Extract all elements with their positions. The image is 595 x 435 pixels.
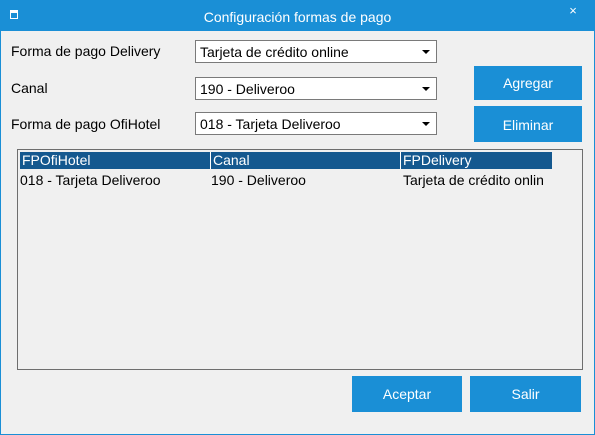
ofihotel-payment-value: 018 - Tarjeta Deliveroo	[200, 116, 341, 132]
aceptar-button[interactable]: Aceptar	[352, 376, 462, 412]
canal-select[interactable]: 190 - Deliveroo	[195, 77, 437, 100]
ofihotel-payment-select[interactable]: 018 - Tarjeta Deliveroo	[195, 112, 437, 135]
cell-fpofihotel: 018 - Tarjeta Deliveroo	[20, 172, 161, 188]
chevron-down-icon	[422, 50, 430, 54]
table-row[interactable]: 018 - Tarjeta Deliveroo 190 - Deliveroo …	[20, 171, 580, 189]
window-title: Configuración formas de pago	[203, 9, 392, 25]
column-header-fpdelivery[interactable]: FPDelivery	[400, 152, 552, 169]
payment-mapping-list[interactable]: FPOfiHotel Canal FPDelivery 018 - Tarjet…	[17, 149, 583, 370]
agregar-button[interactable]: Agregar	[474, 66, 582, 100]
salir-button[interactable]: Salir	[470, 376, 581, 412]
column-header-canal[interactable]: Canal	[210, 152, 400, 169]
cell-canal: 190 - Deliveroo	[211, 172, 306, 188]
column-header-fpofihotel[interactable]: FPOfiHotel	[20, 152, 210, 169]
canal-label: Canal	[11, 80, 48, 96]
cell-fpdelivery: Tarjeta de crédito onlin	[403, 172, 544, 188]
ofihotel-payment-label: Forma de pago OfiHotel	[11, 116, 161, 132]
canal-value: 190 - Deliveroo	[200, 81, 295, 97]
delivery-payment-label: Forma de pago Delivery	[11, 43, 161, 59]
eliminar-button[interactable]: Eliminar	[474, 106, 582, 142]
title-bar[interactable]: Configuración formas de pago ×	[1, 1, 594, 31]
list-header: FPOfiHotel Canal FPDelivery	[20, 152, 552, 169]
close-icon[interactable]: ×	[564, 3, 582, 21]
dialog-window: Configuración formas de pago × Forma de …	[0, 0, 595, 435]
chevron-down-icon	[422, 87, 430, 91]
chevron-down-icon	[422, 122, 430, 126]
delivery-payment-value: Tarjeta de crédito online	[200, 44, 349, 60]
delivery-payment-select[interactable]: Tarjeta de crédito online	[195, 40, 437, 63]
